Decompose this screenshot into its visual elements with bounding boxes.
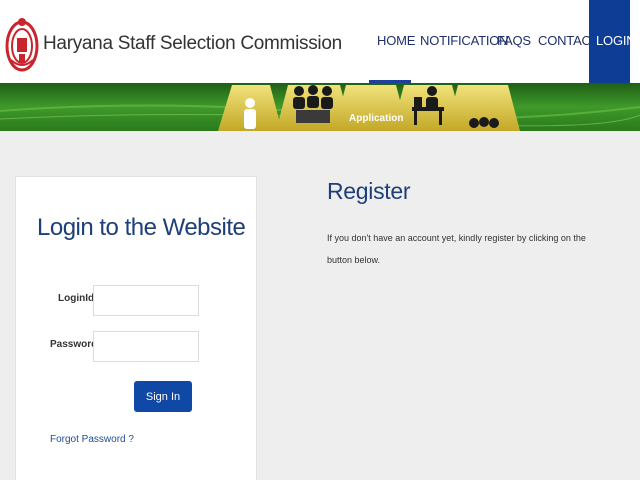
loginid-label: LoginId [58,293,95,304]
nav-login-button[interactable]: LOGIN [589,0,636,83]
password-input[interactable] [93,331,199,362]
banner-label: Application [349,113,404,124]
site-title[interactable]: Haryana Staff Selection Commission [43,33,342,55]
nav-faqs[interactable]: FAQS [497,33,531,48]
haryana-emblem-icon[interactable] [5,12,39,74]
forgot-password-link[interactable]: Forgot Password ? [50,434,134,445]
nav-home[interactable]: HOME [377,33,415,48]
group-meeting-icon [290,85,336,125]
person-icon [240,97,260,129]
loginid-input[interactable] [93,285,199,316]
password-label: Password [50,339,98,350]
hero-banner: Application [0,83,640,131]
register-title: Register [327,178,411,204]
sign-in-button[interactable]: Sign In [134,381,192,412]
nav-notification[interactable]: NOTIFICATION [420,33,509,48]
login-panel: Login to the Website LoginId Password Si… [15,176,257,480]
register-description: If you don't have an account yet, kindly… [327,233,586,265]
login-title: Login to the Website [37,214,246,241]
team-icon [466,117,502,131]
desk-worker-icon [408,85,448,125]
site-header: Haryana Staff Selection Commission HOME … [0,0,640,83]
nav-login-label: LOGIN [596,33,636,48]
